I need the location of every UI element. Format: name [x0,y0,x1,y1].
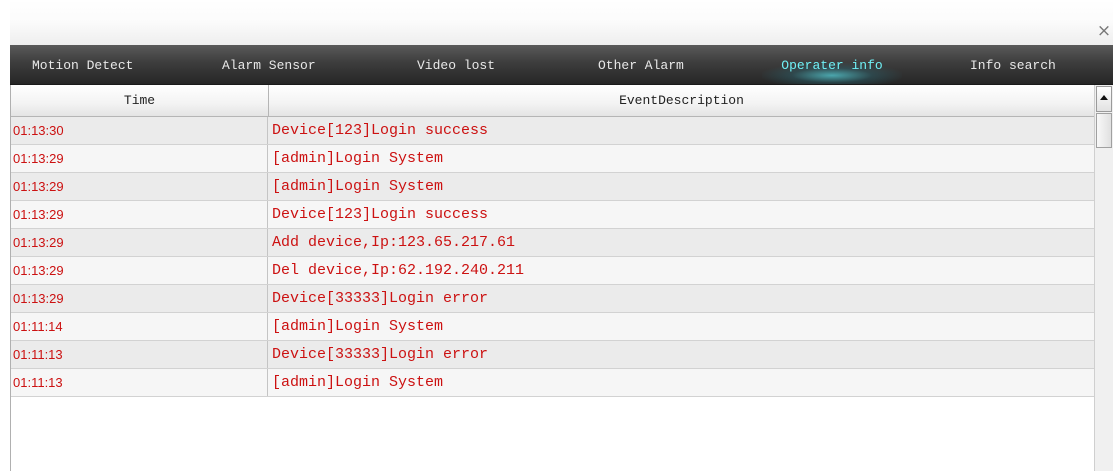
time-cell: 01:13:29 [11,285,268,312]
title-bar: × [10,0,1113,45]
table-row[interactable]: 01:13:29 Device[33333]Login error [11,285,1095,313]
time-cell: 01:13:29 [11,229,268,256]
event-description-cell: Device[123]Login success [272,122,489,139]
event-table: Time EventDescription 01:13:30 Device[12… [10,85,1095,471]
event-description-cell: Del device,Ip:62.192.240.211 [272,262,525,279]
time-cell: 01:11:14 [11,313,268,340]
time-cell: 01:13:29 [11,201,268,228]
table-body: 01:13:30 Device[123]Login success 01:13:… [11,117,1095,397]
tab-info-search[interactable]: Info search [970,45,1056,84]
column-header-time[interactable]: Time [11,85,269,116]
time-cell: 01:11:13 [11,369,268,396]
table-row[interactable]: 01:13:29 Device[123]Login success [11,201,1095,229]
event-description-cell: Device[33333]Login error [272,290,489,307]
vertical-scrollbar[interactable] [1094,85,1113,471]
event-description-cell: Device[123]Login success [272,206,489,223]
table-row[interactable]: 01:11:14 [admin]Login System [11,313,1095,341]
event-description-cell: Add device,Ip:123.65.217.61 [272,234,516,251]
time-cell: 01:13:29 [11,145,268,172]
scroll-up-button[interactable] [1096,86,1112,112]
tab-other-alarm[interactable]: Other Alarm [598,45,684,84]
table-row[interactable]: 01:11:13 [admin]Login System [11,369,1095,397]
event-description-cell: Device[33333]Login error [272,346,489,363]
table-row[interactable]: 01:13:29 [admin]Login System [11,145,1095,173]
table-header: Time EventDescription [11,85,1095,117]
table-row[interactable]: 01:13:30 Device[123]Login success [11,117,1095,145]
operator-info-window: × Motion Detect Alarm Sensor Video lost … [0,0,1113,471]
tab-alarm-sensor[interactable]: Alarm Sensor [222,45,316,84]
column-header-event-description[interactable]: EventDescription [269,85,1095,116]
event-description-cell: [admin]Login System [272,318,444,335]
time-cell: 01:13:29 [11,257,268,284]
tab-video-lost[interactable]: Video lost [417,45,495,84]
event-description-cell: [admin]Login System [272,150,444,167]
time-cell: 01:11:13 [11,341,268,368]
table-row[interactable]: 01:11:13 Device[33333]Login error [11,341,1095,369]
arrow-up-icon [1100,95,1108,100]
table-row[interactable]: 01:13:29 [admin]Login System [11,173,1095,201]
close-icon[interactable]: × [1095,22,1113,40]
event-description-cell: [admin]Login System [272,178,444,195]
time-cell: 01:13:30 [11,117,268,144]
tab-motion-detect[interactable]: Motion Detect [32,45,133,84]
tab-operater-info[interactable]: Operater info [762,45,902,84]
table-row[interactable]: 01:13:29 Del device,Ip:62.192.240.211 [11,257,1095,285]
time-cell: 01:13:29 [11,173,268,200]
scroll-thumb[interactable] [1096,113,1112,148]
event-description-cell: [admin]Login System [272,374,444,391]
table-row[interactable]: 01:13:29 Add device,Ip:123.65.217.61 [11,229,1095,257]
alarm-tab-bar: Motion Detect Alarm Sensor Video lost Ot… [10,45,1113,85]
